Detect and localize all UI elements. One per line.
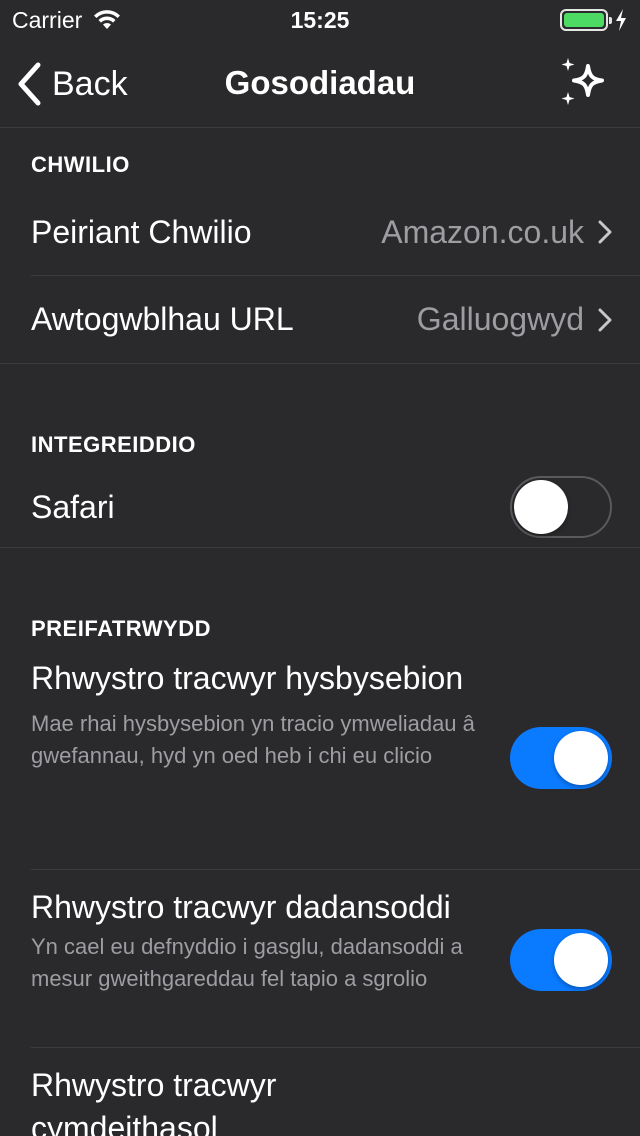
url-autocomplete-row[interactable]: Awtogwblhau URL Galluogwyd (0, 276, 640, 363)
analytics-trackers-description: Yn cael eu defnyddio i gasglu, dadansodd… (31, 934, 463, 991)
safari-row: Safari (0, 467, 640, 547)
search-engine-value: Amazon.co.uk (381, 213, 584, 250)
safari-label: Safari (31, 488, 115, 525)
ad-trackers-text: Rhwystro tracwyr hysbysebion Mae rhai hy… (31, 657, 491, 772)
status-left: Carrier (12, 7, 122, 34)
section-header-privacy: PREIFATRWYDD (31, 616, 211, 641)
url-autocomplete-value-wrap: Galluogwyd (417, 301, 612, 338)
social-trackers-text: Rhwystro tracwyr cymdeithasol (31, 1048, 331, 1136)
ad-trackers-row: Rhwystro tracwyr hysbysebion Mae rhai hy… (0, 657, 640, 869)
search-engine-label: Peiriant Chwilio (31, 213, 252, 250)
analytics-trackers-toggle[interactable] (510, 929, 612, 991)
url-autocomplete-value: Galluogwyd (416, 301, 584, 337)
search-engine-value-wrap: Amazon.co.uk (381, 214, 612, 251)
ad-trackers-title: Rhwystro tracwyr hysbysebion (31, 660, 464, 696)
chevron-left-icon (18, 62, 41, 106)
status-right (560, 9, 628, 31)
back-button[interactable]: Back (16, 62, 128, 106)
wifi-icon (94, 10, 121, 29)
chevron-right-icon (598, 220, 612, 244)
battery-icon (560, 9, 612, 31)
status-bar: Carrier 15:25 (0, 0, 640, 40)
analytics-trackers-title: Rhwystro tracwyr dadansoddi (31, 889, 451, 925)
chevron-right-icon (598, 308, 612, 331)
analytics-trackers-row: Rhwystro tracwyr dadansoddi Yn cael eu d… (0, 870, 640, 1047)
safari-toggle[interactable] (510, 476, 612, 538)
settings-list: CHWILIO Peiriant Chwilio Amazon.co.uk Aw… (0, 129, 640, 1136)
navigation-bar: Back Gosodiadau (0, 40, 640, 128)
ad-trackers-description: Mae rhai hysbysebion yn tracio ymweliada… (31, 711, 475, 768)
analytics-trackers-text: Rhwystro tracwyr dadansoddi Yn cael eu d… (31, 870, 501, 995)
search-engine-row[interactable]: Peiriant Chwilio Amazon.co.uk (0, 189, 640, 275)
back-label: Back (52, 64, 128, 103)
social-trackers-row: Rhwystro tracwyr cymdeithasol (0, 1048, 640, 1136)
carrier-label: Carrier (12, 6, 83, 33)
ad-trackers-toggle[interactable] (510, 727, 612, 789)
section-header-search: CHWILIO (31, 152, 130, 177)
url-autocomplete-label: Awtogwblhau URL (31, 301, 294, 337)
sparkles-icon[interactable] (556, 56, 612, 112)
social-trackers-title: Rhwystro tracwyr cymdeithasol (31, 1067, 277, 1136)
section-header-integration: INTEGREIDDIO (31, 432, 196, 457)
charging-bolt-icon (616, 9, 626, 31)
